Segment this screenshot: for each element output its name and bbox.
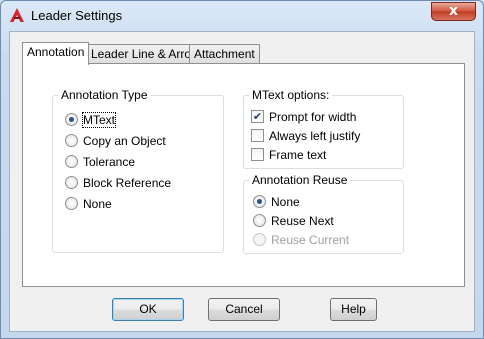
title-bar[interactable]: Leader Settings x <box>1 1 483 31</box>
annotation-type-title: Annotation Type <box>58 88 151 102</box>
close-icon: x <box>448 3 459 19</box>
radio-indicator[interactable] <box>65 155 78 168</box>
radio-indicator[interactable] <box>65 134 78 147</box>
radio-indicator <box>253 233 266 246</box>
tab-attachment[interactable]: Attachment <box>189 44 260 65</box>
radio-indicator[interactable] <box>253 214 266 227</box>
ok-button[interactable]: OK <box>112 298 184 321</box>
radio-label: Block Reference <box>83 176 172 190</box>
annotation-tab-panel: Annotation Type MText Copy an Object Tol… <box>22 63 465 287</box>
checkbox-label: Always left justify <box>269 129 361 143</box>
radio-label: None <box>271 195 300 209</box>
radio-label: Reuse Current <box>271 233 350 247</box>
leader-settings-dialog: Leader Settings x Annotation Leader Line… <box>0 0 484 339</box>
checkbox-label: Frame text <box>269 148 327 162</box>
radio-label: Reuse Next <box>271 214 334 228</box>
annotation-type-group: Annotation Type MText Copy an Object Tol… <box>52 88 224 253</box>
radio-indicator[interactable] <box>65 197 78 210</box>
check-icon[interactable]: ✔ <box>251 110 264 123</box>
radio-indicator[interactable] <box>253 195 266 208</box>
help-button[interactable]: Help <box>330 298 377 321</box>
radio-indicator[interactable] <box>65 176 78 189</box>
tab-leader-line-arrow[interactable]: Leader Line & Arrow <box>86 44 205 65</box>
radio-indicator[interactable] <box>65 113 78 126</box>
checkbox-box[interactable] <box>251 148 264 161</box>
checkbox-label: Prompt for width <box>269 110 357 124</box>
checkbox-box[interactable] <box>251 129 264 142</box>
tab-annotation[interactable]: Annotation <box>22 42 90 65</box>
radio-label: Tolerance <box>83 155 136 169</box>
autocad-a-icon <box>10 8 24 22</box>
radio-label: MText <box>81 112 117 128</box>
mtext-options-group: MText options: ✔ Prompt for width Always… <box>243 88 404 169</box>
cancel-button[interactable]: Cancel <box>208 298 280 321</box>
window-title: Leader Settings <box>31 8 123 23</box>
annotation-reuse-title: Annotation Reuse <box>249 173 351 187</box>
radio-label: None <box>83 197 112 211</box>
close-button[interactable]: x <box>431 2 476 21</box>
radio-label: Copy an Object <box>83 134 166 148</box>
dialog-client-area: Annotation Leader Line & Arrow Attachmen… <box>9 31 475 332</box>
annotation-reuse-group: Annotation Reuse None Reuse Next Reuse C… <box>243 173 404 254</box>
mtext-options-title: MText options: <box>249 88 333 102</box>
